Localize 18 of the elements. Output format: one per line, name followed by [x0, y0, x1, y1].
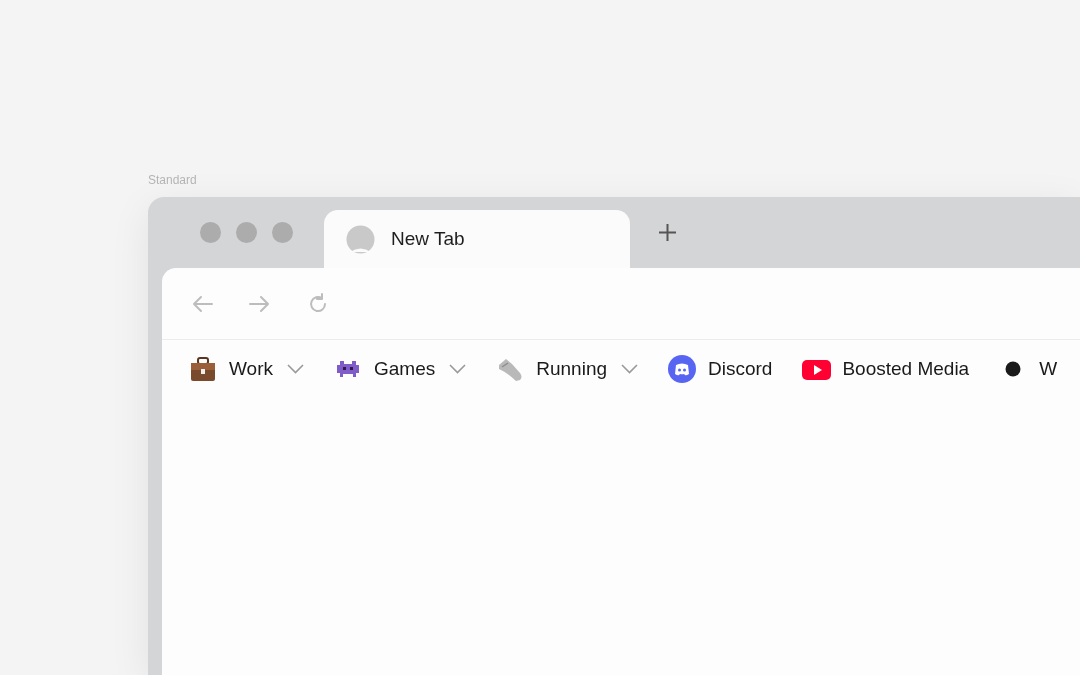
bookmark-folder[interactable]: Games: [334, 354, 467, 384]
chevron-down-icon: [621, 364, 638, 374]
window-control-button[interactable]: [236, 222, 257, 243]
window-label: Standard: [148, 172, 198, 189]
chat-app-icon: [668, 354, 697, 384]
bookmark-folder[interactable]: Running: [496, 354, 638, 384]
briefcase-icon: [189, 354, 218, 384]
bookmark-folder[interactable]: Work: [189, 354, 304, 384]
browser-tab[interactable]: New Tab: [324, 210, 630, 268]
chevron-down-icon: [449, 364, 467, 374]
new-tab-icon[interactable]: [658, 223, 677, 242]
bookmark-link[interactable]: W: [999, 354, 1058, 384]
bookmark-link[interactable]: Discord: [668, 354, 773, 384]
chevron-down-icon: [287, 364, 304, 374]
window-control-button[interactable]: [272, 222, 293, 243]
window-control-button[interactable]: [200, 222, 221, 243]
favicon-placeholder-icon: [346, 224, 375, 254]
bookmark-link[interactable]: Boosted Media: [802, 354, 970, 384]
